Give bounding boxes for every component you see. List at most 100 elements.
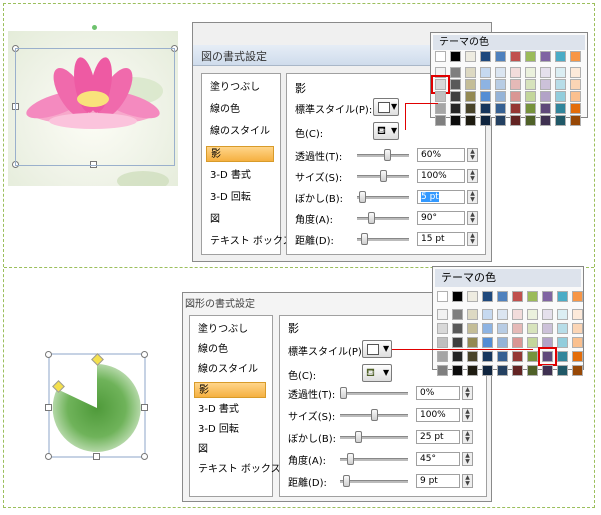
color-swatch[interactable] [557, 351, 568, 362]
color-swatch[interactable] [540, 67, 551, 78]
nav-item[interactable]: 影 [194, 382, 266, 398]
color-swatch[interactable] [497, 291, 508, 302]
color-swatch[interactable] [452, 337, 463, 348]
color-swatch[interactable] [482, 323, 493, 334]
color-swatch[interactable] [525, 67, 536, 78]
nav-item[interactable]: 塗りつぶし [206, 80, 278, 96]
color-swatch[interactable] [480, 103, 491, 114]
color-swatch[interactable] [482, 337, 493, 348]
value-field[interactable]: 45° [416, 452, 460, 466]
color-swatch[interactable] [542, 309, 553, 320]
color-swatch[interactable] [525, 51, 536, 62]
spin-buttons[interactable]: ▲ ▼ [462, 452, 473, 466]
spin-buttons[interactable]: ▲ ▼ [462, 474, 473, 488]
pie-shape[interactable] [35, 351, 159, 464]
slider-thumb[interactable] [347, 453, 355, 465]
color-swatch[interactable] [467, 291, 478, 302]
color-swatch[interactable] [572, 351, 583, 362]
color-swatch[interactable] [570, 67, 581, 78]
color-swatch[interactable] [482, 351, 493, 362]
color-swatch[interactable] [452, 365, 463, 376]
color-swatch[interactable] [465, 91, 476, 102]
slider-track[interactable] [340, 436, 408, 439]
color-swatch[interactable] [557, 309, 568, 320]
slider-thumb[interactable] [370, 409, 378, 421]
color-swatch[interactable] [467, 351, 478, 362]
spin-buttons[interactable]: ▲ ▼ [467, 169, 478, 183]
color-swatch[interactable] [570, 79, 581, 90]
nav-item[interactable]: 塗りつぶし [194, 322, 270, 338]
slider-thumb[interactable] [359, 191, 367, 203]
color-swatch[interactable] [527, 365, 538, 376]
color-swatch[interactable] [435, 115, 446, 126]
color-swatch[interactable] [540, 91, 551, 102]
color-swatch[interactable] [525, 79, 536, 90]
color-swatch[interactable] [495, 79, 506, 90]
color-swatch[interactable] [480, 91, 491, 102]
color-swatch[interactable] [572, 323, 583, 334]
color-swatch[interactable] [512, 351, 523, 362]
color-swatch[interactable] [555, 91, 566, 102]
resize-handle-left[interactable] [45, 404, 52, 411]
color-swatch[interactable] [480, 115, 491, 126]
value-field[interactable]: 15 pt [417, 232, 465, 246]
color-swatch[interactable] [527, 337, 538, 348]
color-swatch[interactable] [465, 67, 476, 78]
resize-handle-br[interactable] [141, 453, 148, 460]
color-swatch[interactable] [555, 67, 566, 78]
slider-thumb[interactable] [355, 431, 363, 443]
color-swatch[interactable] [540, 79, 551, 90]
color-swatch[interactable] [437, 351, 448, 362]
nav-item[interactable]: 線のスタイル [206, 124, 278, 140]
color-swatch[interactable] [540, 103, 551, 114]
color-swatch[interactable] [512, 291, 523, 302]
color-swatch[interactable] [467, 365, 478, 376]
color-swatch[interactable] [482, 365, 493, 376]
nav-item[interactable]: 影 [206, 146, 274, 162]
slider-track[interactable] [357, 154, 409, 157]
color-dropdown-button[interactable]: ⛾ ▼ [362, 364, 392, 382]
color-swatch[interactable] [525, 103, 536, 114]
color-swatch[interactable] [570, 103, 581, 114]
color-swatch[interactable] [527, 351, 538, 362]
resize-handle-tl[interactable] [45, 351, 52, 358]
color-swatch[interactable] [510, 67, 521, 78]
color-swatch[interactable] [450, 115, 461, 126]
color-swatch[interactable] [572, 291, 583, 302]
value-field[interactable]: 90° [417, 211, 465, 225]
color-swatch[interactable] [437, 323, 448, 334]
resize-handle-bl[interactable] [45, 453, 52, 460]
color-swatch[interactable] [542, 365, 553, 376]
color-swatch[interactable] [465, 103, 476, 114]
color-swatch[interactable] [510, 91, 521, 102]
color-swatch[interactable] [497, 365, 508, 376]
slider-thumb[interactable] [379, 170, 387, 182]
value-field[interactable]: 100% [416, 408, 460, 422]
color-swatch[interactable] [570, 91, 581, 102]
color-swatch[interactable] [465, 115, 476, 126]
nav-item[interactable]: 3-D 書式 [206, 168, 278, 184]
color-swatch[interactable] [467, 337, 478, 348]
nav-item[interactable]: 3-D 回転 [194, 422, 270, 438]
color-swatch[interactable] [437, 365, 448, 376]
resize-handle-tr[interactable] [141, 351, 148, 358]
color-swatch[interactable] [572, 337, 583, 348]
color-swatch[interactable] [527, 291, 538, 302]
color-swatch[interactable] [570, 51, 581, 62]
color-swatch[interactable] [555, 103, 566, 114]
color-dropdown-button[interactable]: ⛾ ▼ [373, 122, 399, 140]
resize-handle-bottom[interactable] [93, 453, 100, 460]
color-swatch[interactable] [452, 351, 463, 362]
nav-item[interactable]: テキスト ボックス [194, 462, 281, 478]
spin-buttons[interactable]: ▲ ▼ [467, 232, 478, 246]
color-swatch[interactable] [525, 91, 536, 102]
color-swatch[interactable] [510, 115, 521, 126]
color-swatch[interactable] [510, 51, 521, 62]
color-swatch[interactable] [512, 323, 523, 334]
preset-dropdown-button[interactable]: ▼ [373, 98, 399, 116]
color-swatch[interactable] [495, 67, 506, 78]
color-swatch[interactable] [557, 323, 568, 334]
color-swatch[interactable] [497, 323, 508, 334]
slider-thumb[interactable] [368, 212, 376, 224]
slider-thumb[interactable] [384, 149, 391, 161]
